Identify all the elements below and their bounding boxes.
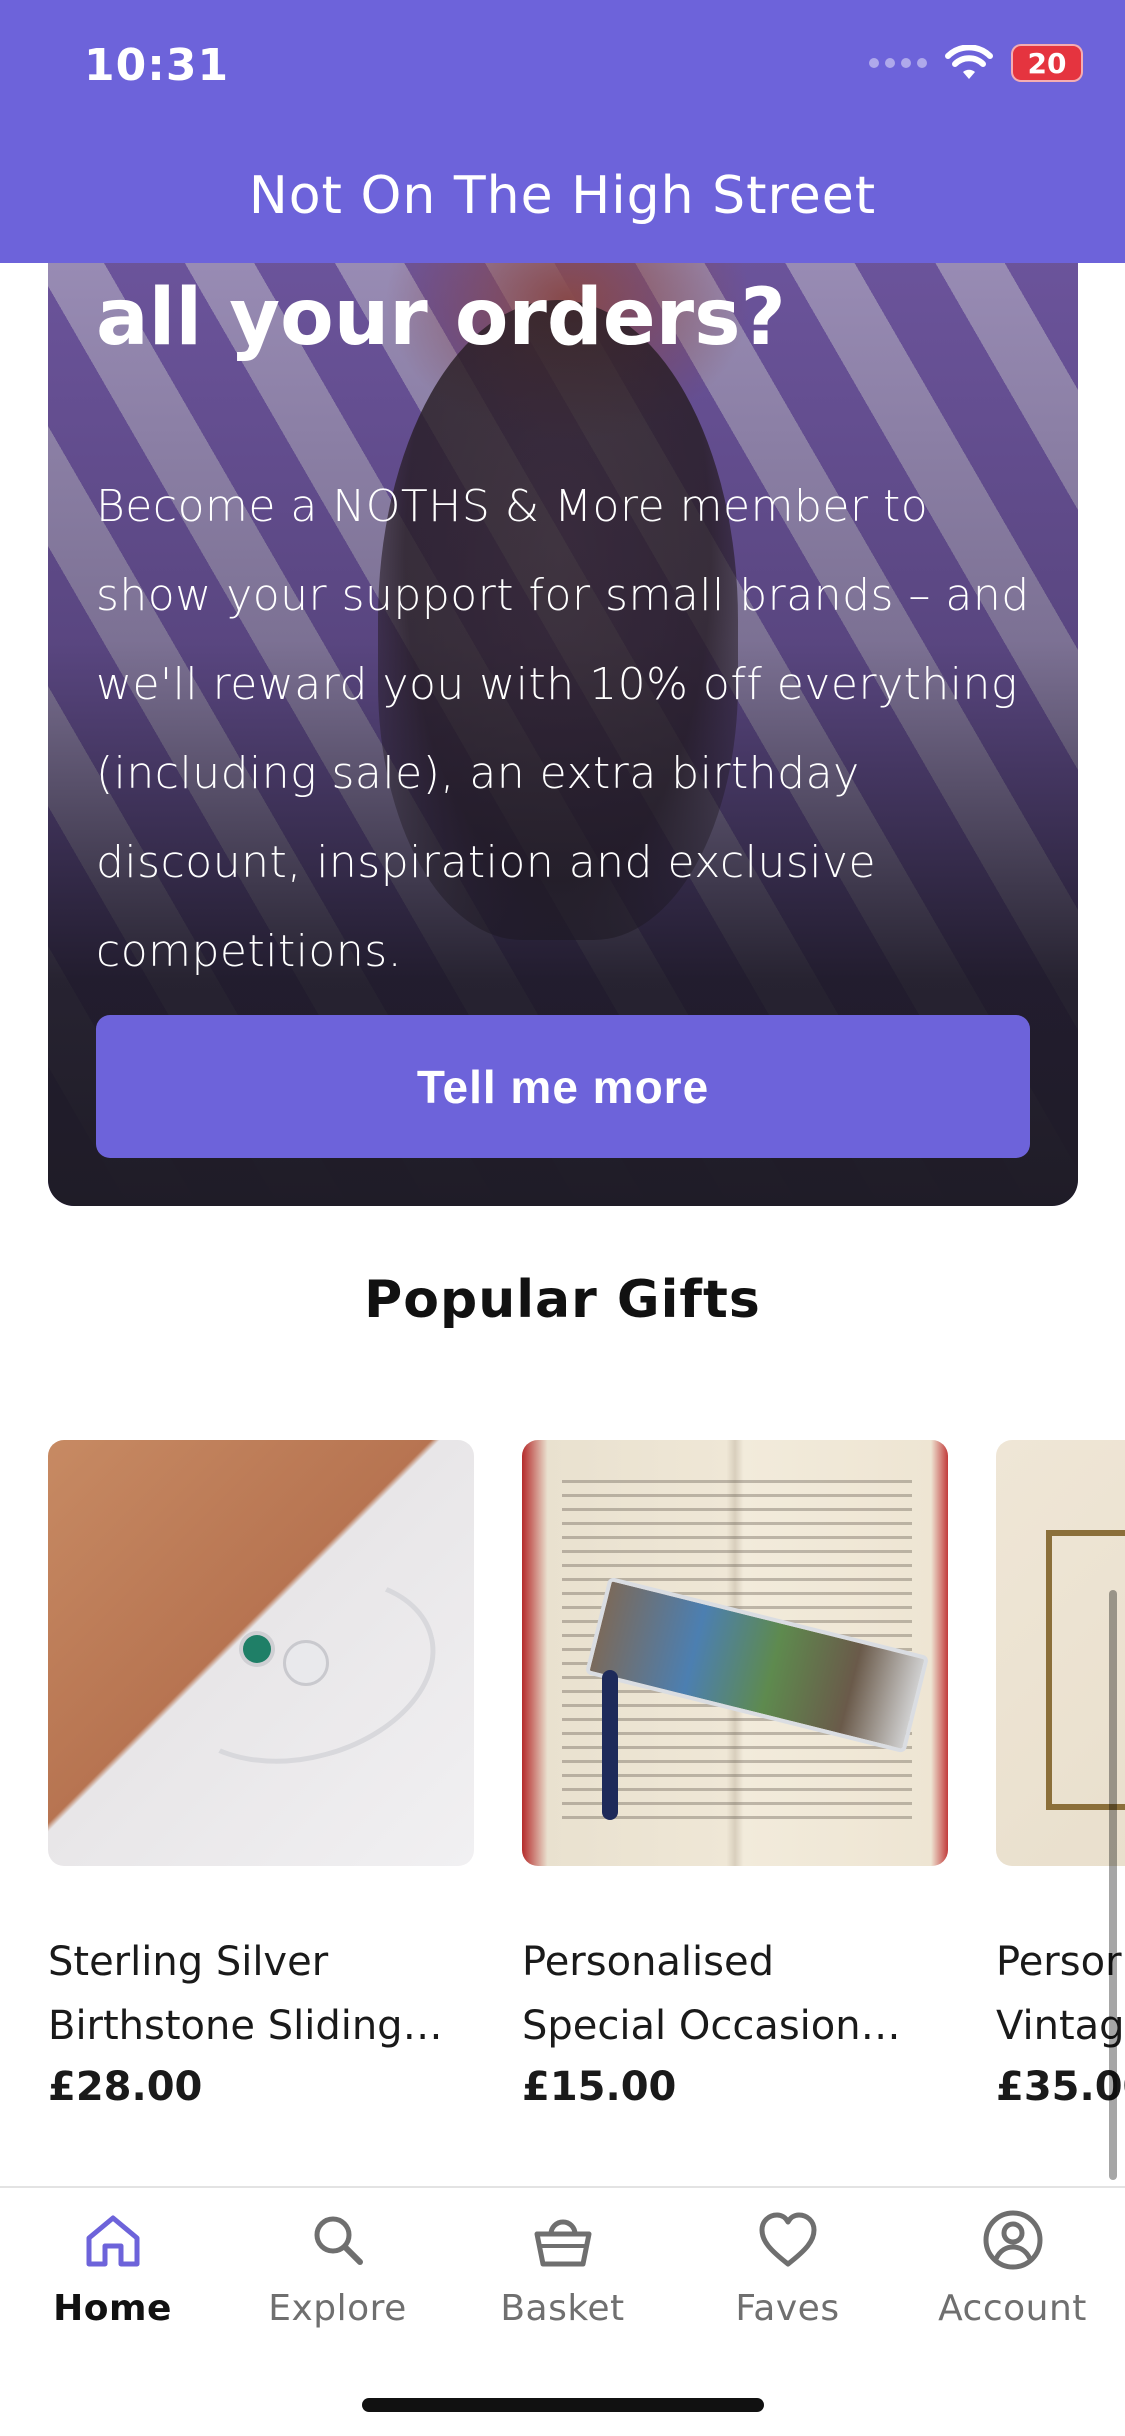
tab-label: Faves — [735, 2288, 840, 2329]
promo-body-text: Become a NOTHS & More member to show you… — [96, 481, 1030, 977]
tab-label: Home — [53, 2288, 172, 2329]
home-icon — [86, 2215, 139, 2267]
tell-me-more-button[interactable]: Tell me more — [96, 1015, 1030, 1158]
tab-explore[interactable]: Explore — [225, 2208, 450, 2329]
product-price: £28.00 — [48, 2064, 203, 2110]
tab-label: Account — [938, 2288, 1087, 2329]
tab-home[interactable]: Home — [0, 2208, 225, 2329]
product-title[interactable]: Personalised Special Occasion… — [522, 1930, 948, 2058]
product-card[interactable]: Personalised Special Occasion… £15.00 — [522, 1440, 948, 2110]
product-price: £35.00 — [996, 2064, 1125, 2110]
product-title-line: Sterling Silver — [48, 1939, 329, 1985]
status-time: 10:31 — [84, 40, 230, 91]
app-screen: 10:31 20 Not On The High Street Want to … — [0, 0, 1125, 2436]
battery-level: 20 — [1027, 46, 1067, 80]
tab-label: Explore — [268, 2288, 407, 2329]
product-title-line: Personalised — [522, 1939, 774, 1985]
cellular-signal-icon — [869, 58, 927, 68]
status-indicators: 20 — [869, 44, 1083, 82]
home-indicator[interactable] — [362, 2398, 764, 2412]
product-card[interactable]: Persor Vintag £35.00 — [996, 1440, 1125, 2110]
app-title: Not On The High Street — [248, 166, 877, 226]
product-title-line: Vintag — [996, 2003, 1125, 2049]
tab-account[interactable]: Account — [900, 2208, 1125, 2329]
product-image[interactable] — [522, 1440, 948, 1866]
product-image[interactable] — [48, 1440, 474, 1866]
app-header: 10:31 20 Not On The High Street — [0, 0, 1125, 263]
product-title-line: Special Occasion… — [522, 2003, 901, 2049]
product-title-line: Birthstone Sliding… — [48, 2003, 443, 2049]
search-icon — [314, 2216, 363, 2265]
product-card[interactable]: Sterling Silver Birthstone Sliding… £28.… — [48, 1440, 474, 2110]
tab-faves[interactable]: Faves — [675, 2208, 900, 2329]
tab-basket[interactable]: Basket — [450, 2208, 675, 2329]
heart-icon — [759, 2212, 816, 2267]
popular-gifts-carousel[interactable]: Sterling Silver Birthstone Sliding… £28.… — [48, 1440, 1125, 2140]
basket-icon — [534, 2219, 591, 2267]
vertical-scrollbar[interactable] — [1109, 1590, 1117, 2180]
popular-gifts-heading: Popular Gifts — [364, 1270, 761, 1330]
product-title[interactable]: Persor Vintag — [996, 1930, 1125, 2058]
product-title-line: Persor — [996, 1939, 1122, 1985]
membership-promo-card: Want to save 10% off all your orders? Be… — [48, 180, 1078, 1206]
battery-icon: 20 — [1011, 44, 1083, 82]
product-price: £15.00 — [522, 2064, 677, 2110]
product-image[interactable] — [996, 1440, 1125, 1866]
tab-label: Basket — [500, 2288, 625, 2329]
wifi-icon — [945, 45, 993, 79]
product-title[interactable]: Sterling Silver Birthstone Sliding… — [48, 1930, 474, 2058]
account-icon — [983, 2210, 1042, 2270]
